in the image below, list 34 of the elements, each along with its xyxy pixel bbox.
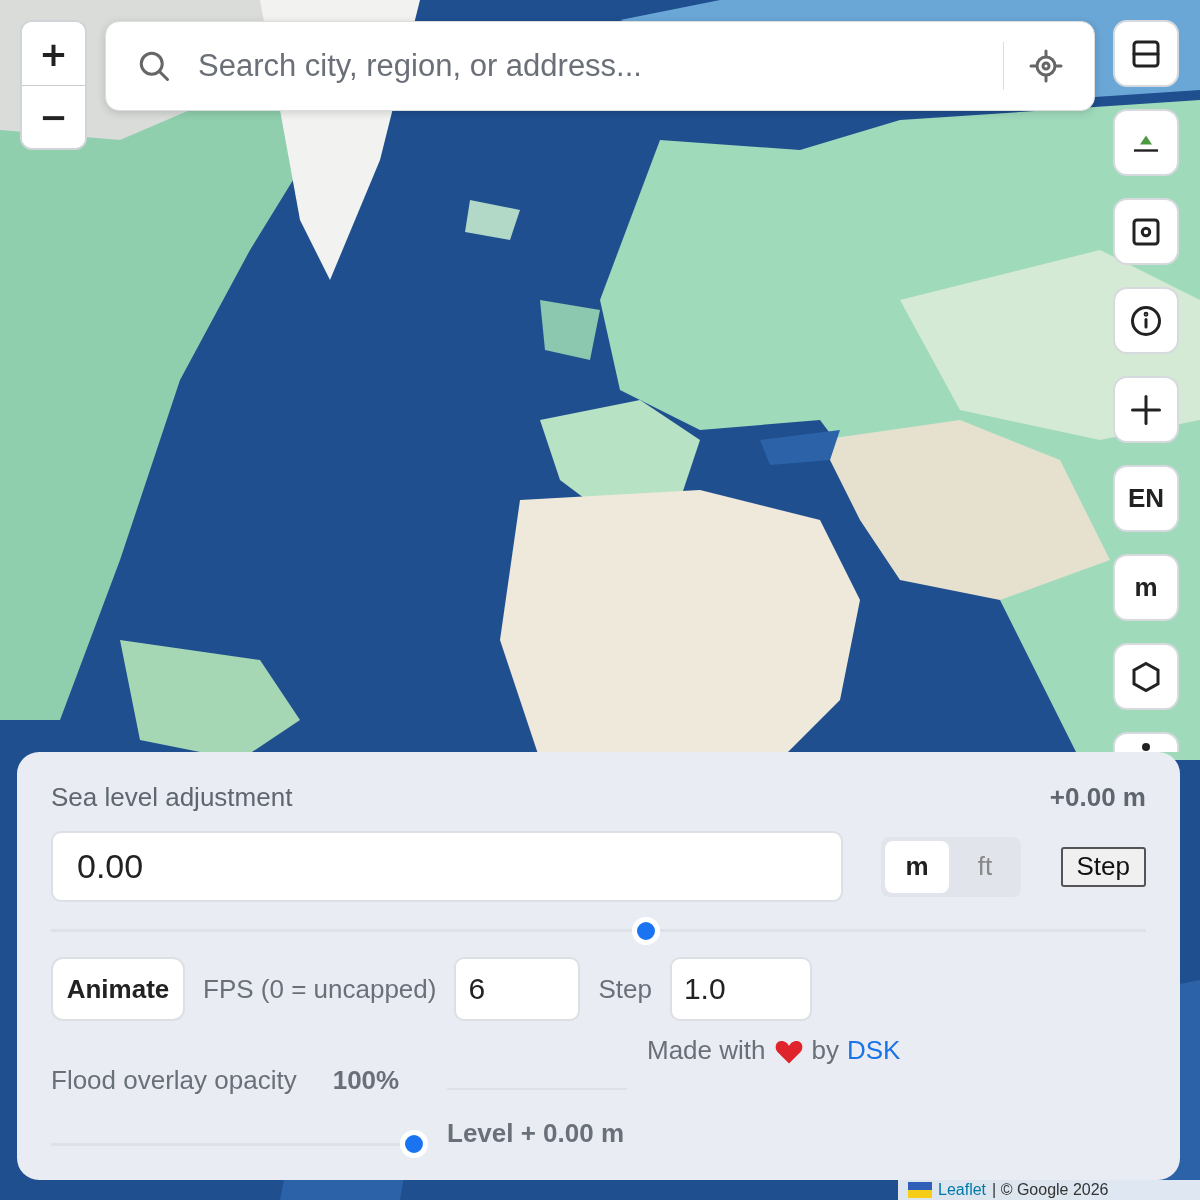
- step-label: Step: [598, 973, 652, 1005]
- slider-thumb[interactable]: [400, 1130, 428, 1158]
- toggle-button[interactable]: EN: [1113, 465, 1179, 532]
- opacity-reading: 100%: [332, 1065, 400, 1096]
- locate-icon[interactable]: [1028, 48, 1064, 84]
- attribution-text: | © Google 2026: [992, 1181, 1109, 1199]
- partial-button[interactable]: [1113, 732, 1179, 752]
- terrain-button[interactable]: [1113, 109, 1179, 176]
- fps-input[interactable]: 6: [454, 957, 581, 1021]
- unit-option[interactable]: m: [885, 840, 949, 893]
- zoom-out-button[interactable]: −: [22, 85, 85, 148]
- fps-label: FPS (0 = uncapped): [203, 973, 437, 1005]
- opacity-label: Flood overlay opacity: [51, 1065, 297, 1096]
- slider-thumb[interactable]: [631, 916, 660, 945]
- split-button[interactable]: [1113, 20, 1179, 87]
- sea-level-input[interactable]: 0.00: [51, 831, 843, 902]
- dot-icon: [1141, 742, 1151, 752]
- plus-button[interactable]: [1113, 376, 1179, 443]
- flag-icon: [908, 1182, 932, 1198]
- square-dot-button[interactable]: [1113, 198, 1179, 265]
- toggle-button[interactable]: m: [1113, 554, 1179, 621]
- author-link[interactable]: DSK: [846, 1035, 901, 1066]
- panel-title: Sea level adjustment: [51, 782, 293, 813]
- level-reading: Level + 0.00 m: [447, 1118, 626, 1149]
- step-input[interactable]: 1.0: [669, 957, 812, 1021]
- sea-level-reading: +0.00 m: [1049, 782, 1146, 813]
- step-button[interactable]: Step: [1060, 846, 1146, 887]
- animate-button[interactable]: Animate: [51, 957, 185, 1021]
- search-bar[interactable]: Search city, region, or address...: [105, 21, 1095, 111]
- info-button[interactable]: [1113, 287, 1179, 354]
- hexagon-button[interactable]: [1113, 643, 1179, 710]
- leaflet-link[interactable]: Leaflet: [938, 1181, 987, 1199]
- credit-text: by: [811, 1035, 839, 1066]
- credit-text: Made with: [647, 1035, 766, 1066]
